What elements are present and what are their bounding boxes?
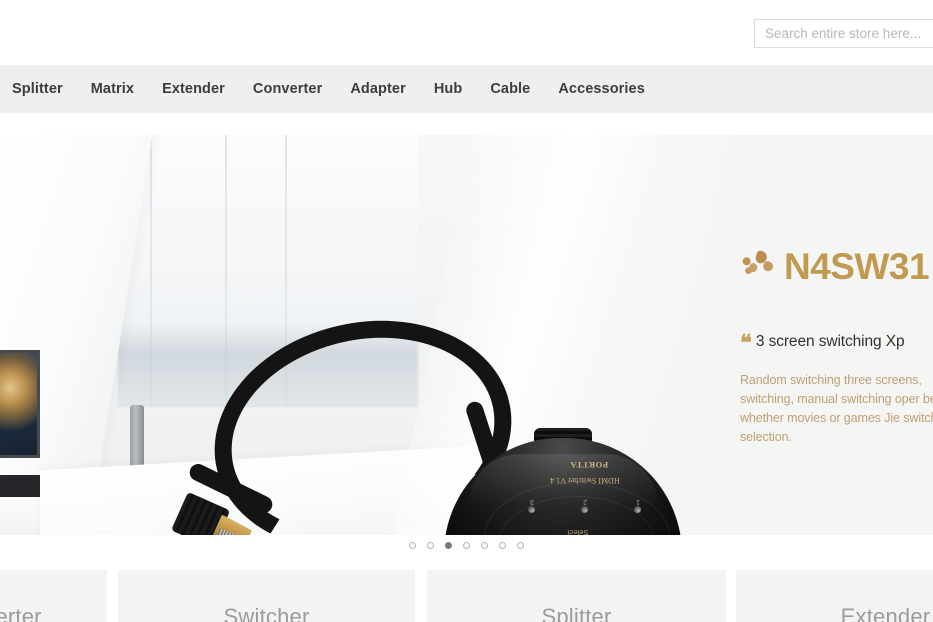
category-card-row: Converter Switcher Splitter Extender <box>0 570 933 622</box>
hero-text-panel: N4SW31 ❝ 3 screen switching Xp Random sw… <box>740 135 933 535</box>
carousel-dot-2[interactable] <box>427 542 434 549</box>
switcher-select-button-graphic: Select <box>552 528 604 535</box>
hero-title-row: N4SW31 <box>740 247 933 285</box>
category-card-converter[interactable]: Converter <box>0 570 107 622</box>
switcher-led-2: 2 <box>575 498 595 513</box>
category-card-switcher[interactable]: Switcher <box>118 570 415 622</box>
carousel-dot-7[interactable] <box>517 542 524 549</box>
switcher-model-label: HDMI Switcher V1.4 <box>550 476 620 485</box>
switcher-led-3: 3 <box>522 498 542 513</box>
nav-item-adapter[interactable]: Adapter <box>336 65 420 113</box>
television-graphic <box>0 350 40 458</box>
carousel-pagination <box>0 542 933 549</box>
carousel-dot-1[interactable] <box>409 542 416 549</box>
nav-item-accessories[interactable]: Accessories <box>544 65 659 113</box>
category-card-title: Extender <box>840 604 931 622</box>
carousel-dot-3[interactable] <box>445 542 452 549</box>
hero-carousel-slide[interactable]: PORTTA HDMI Switcher V1.4 3 2 1 Select I… <box>0 135 933 535</box>
nav-item-cable[interactable]: Cable <box>476 65 544 113</box>
category-card-title: Converter <box>0 604 42 622</box>
category-card-extender[interactable]: Extender <box>736 570 933 622</box>
hdmi-switcher-product: PORTTA HDMI Switcher V1.4 3 2 1 Select I… <box>430 428 696 535</box>
carousel-dot-4[interactable] <box>463 542 470 549</box>
search-box[interactable] <box>754 19 933 48</box>
header-bar <box>0 0 933 65</box>
media-device-graphic <box>0 475 42 497</box>
switcher-body: PORTTA HDMI Switcher V1.4 3 2 1 Select <box>444 438 682 535</box>
carousel-dot-6[interactable] <box>499 542 506 549</box>
carousel-dot-5[interactable] <box>481 542 488 549</box>
main-navigation: Splitter Matrix Extender Converter Adapt… <box>0 65 933 113</box>
hero-description: Random switching three screens, switchin… <box>740 373 933 444</box>
hero-subtitle-row: ❝ 3 screen switching Xp <box>740 330 933 355</box>
clover-logo-icon <box>740 247 778 285</box>
quote-mark-icon: ❝ <box>740 330 752 355</box>
nav-item-hub[interactable]: Hub <box>420 65 477 113</box>
nav-item-matrix[interactable]: Matrix <box>77 65 148 113</box>
category-card-splitter[interactable]: Splitter <box>427 570 726 622</box>
hero-subtitle: 3 screen switching Xp <box>755 333 905 350</box>
switcher-led-group: 3 2 1 <box>522 498 648 513</box>
nav-item-converter[interactable]: Converter <box>239 65 336 113</box>
switcher-brand-label: PORTTA <box>570 460 609 470</box>
nav-item-splitter[interactable]: Splitter <box>12 65 77 113</box>
page-title: N4SW31 <box>784 245 930 287</box>
switcher-led-1: 1 <box>628 498 648 513</box>
nav-item-extender[interactable]: Extender <box>148 65 239 113</box>
search-input[interactable] <box>755 20 933 47</box>
category-card-title: Splitter <box>541 604 612 622</box>
category-card-title: Switcher <box>223 604 310 622</box>
